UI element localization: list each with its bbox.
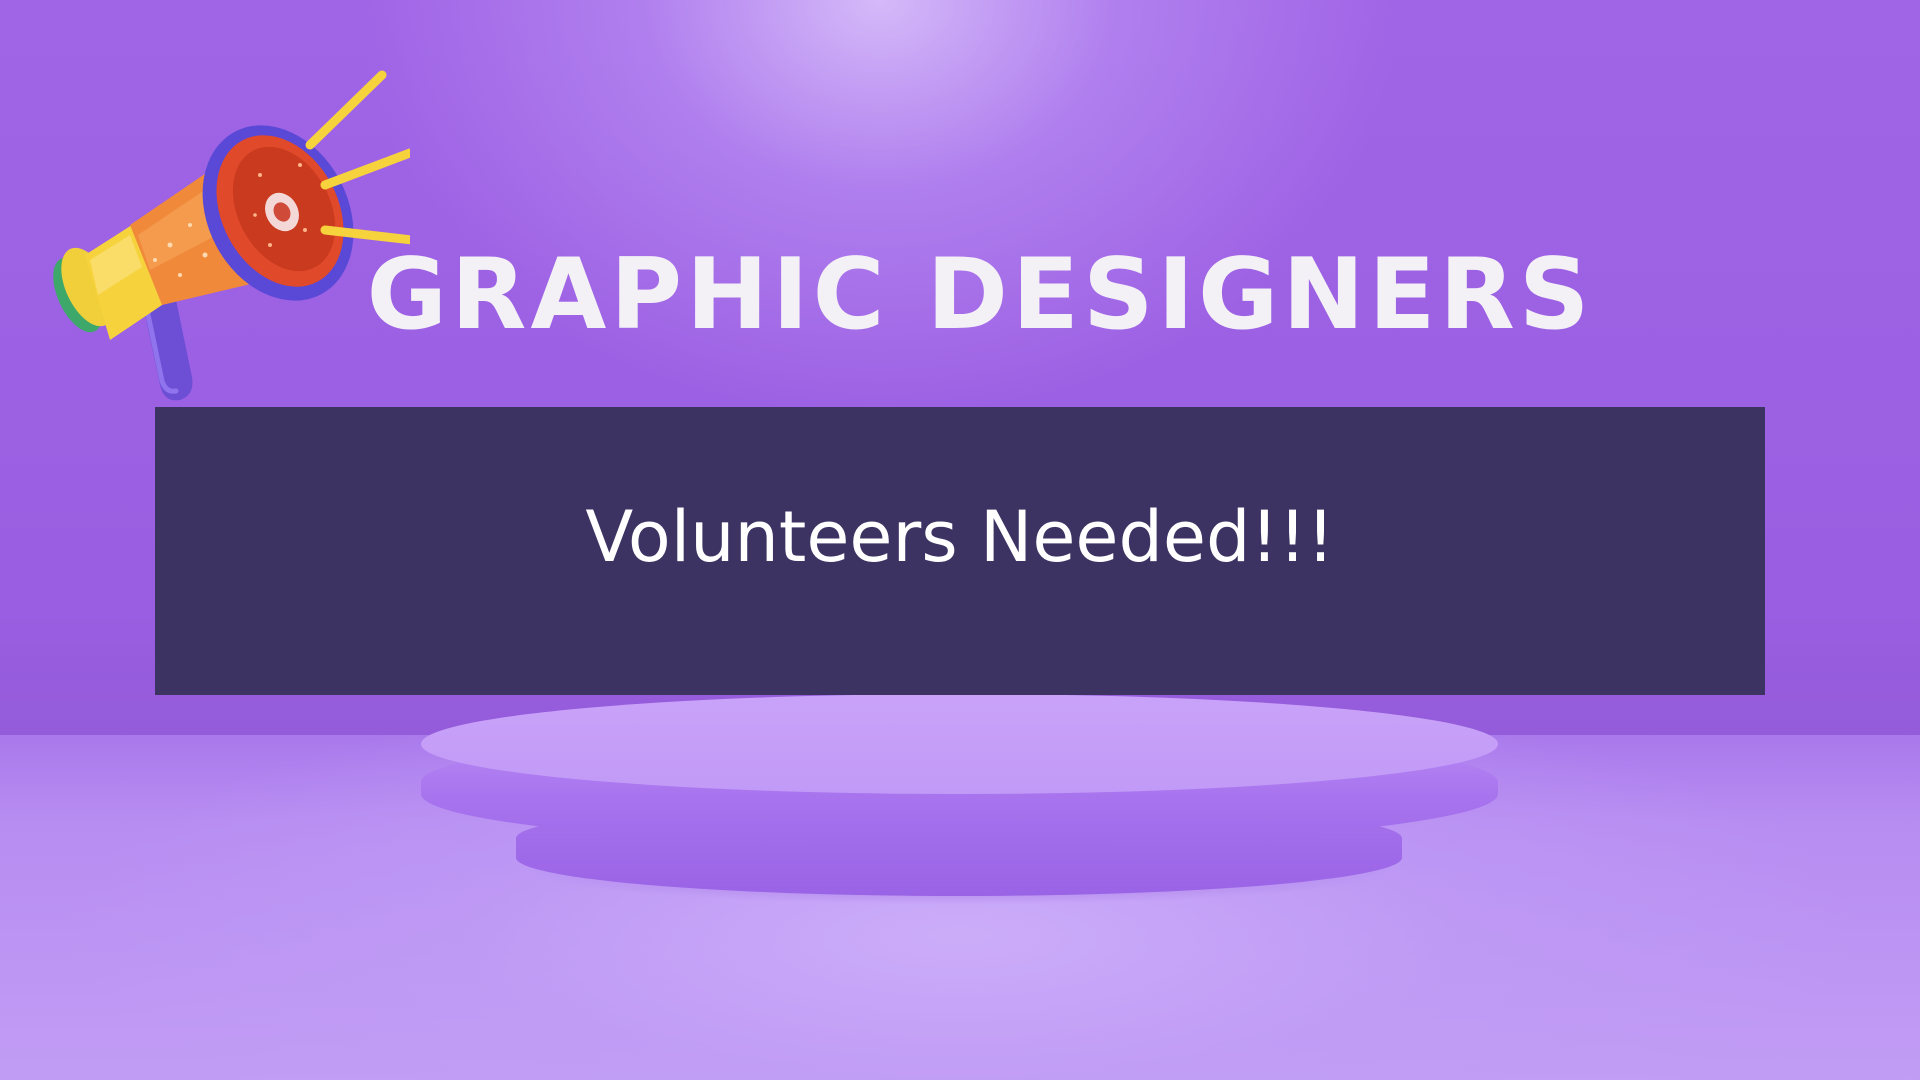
megaphone-icon [53, 70, 410, 401]
pedestal-top [421, 694, 1498, 794]
banner: Volunteers Needed!!! [155, 407, 1765, 695]
poster-background: GRAPHIC DESIGNERS Volunteers Needed!!! [0, 0, 1920, 1080]
banner-text: Volunteers Needed!!! [585, 496, 1335, 578]
poster-title: GRAPHIC DESIGNERS [366, 238, 1594, 352]
